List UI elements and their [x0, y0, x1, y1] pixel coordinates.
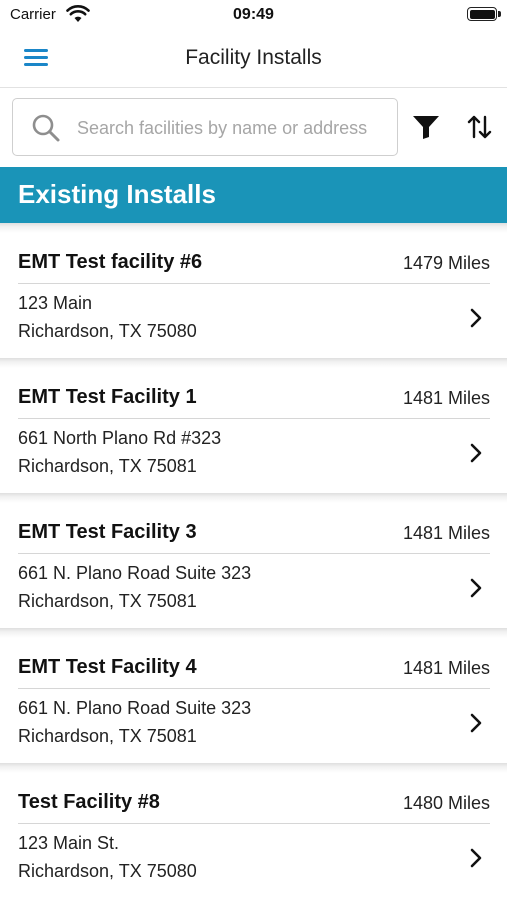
search-input[interactable] [77, 109, 393, 147]
section-title: Existing Installs [18, 179, 216, 209]
facility-name: Test Facility #8 [18, 791, 160, 813]
facility-card[interactable]: EMT Test Facility 1 1481 Miles 661 North… [0, 358, 507, 493]
facility-name: EMT Test Facility 1 [18, 386, 197, 408]
facility-card[interactable]: EMT Test Facility 3 1481 Miles 661 N. Pl… [0, 493, 507, 628]
card-divider [18, 553, 490, 554]
card-divider [18, 823, 490, 824]
facility-street: 123 Main St. [18, 833, 120, 853]
search-icon [32, 114, 60, 142]
facility-name: EMT Test Facility 3 [18, 521, 197, 543]
facility-street: 661 N. Plano Road Suite 323 [18, 563, 252, 583]
status-time: 09:49 [233, 6, 274, 23]
chevron-right-icon[interactable] [469, 577, 483, 599]
status-bar: Carrier 09:49 [0, 0, 507, 30]
facility-distance: 1481 Miles [402, 388, 490, 408]
facility-distance: 1481 Miles [402, 523, 490, 543]
facility-city: Richardson, TX 75081 [18, 456, 197, 476]
page-title: Facility Installs [185, 46, 322, 69]
facility-city: Richardson, TX 75080 [18, 321, 197, 341]
card-divider [18, 418, 490, 419]
filter-icon[interactable] [412, 114, 440, 140]
card-divider [18, 283, 490, 284]
chevron-right-icon[interactable] [469, 847, 483, 869]
chevron-right-icon[interactable] [469, 307, 483, 329]
facility-name: EMT Test facility #6 [18, 251, 203, 273]
facility-city: Richardson, TX 75081 [18, 591, 197, 611]
facility-street: 123 Main [18, 293, 93, 313]
search-box[interactable] [12, 98, 398, 156]
facility-distance: 1480 Miles [402, 793, 490, 813]
facility-distance: 1479 Miles [402, 253, 490, 273]
facility-city: Richardson, TX 75081 [18, 726, 197, 746]
facility-street: 661 North Plano Rd #323 [18, 428, 222, 448]
search-toolbar [0, 88, 507, 166]
section-header: Existing Installs [0, 167, 507, 223]
chevron-right-icon[interactable] [469, 442, 483, 464]
navigation-bar: Facility Installs [0, 30, 507, 88]
facility-city: Richardson, TX 75080 [18, 861, 197, 881]
battery-icon [467, 7, 501, 21]
facility-street: 661 N. Plano Road Suite 323 [18, 698, 252, 718]
facility-distance: 1481 Miles [402, 658, 490, 678]
facility-card[interactable]: EMT Test facility #6 1479 Miles 123 Main… [0, 223, 507, 358]
facility-card[interactable]: EMT Test Facility 4 1481 Miles 661 N. Pl… [0, 628, 507, 763]
facility-card[interactable]: Test Facility #8 1480 Miles 123 Main St.… [0, 763, 507, 898]
facility-name: EMT Test Facility 4 [18, 656, 197, 678]
card-divider [18, 688, 490, 689]
chevron-right-icon[interactable] [469, 712, 483, 734]
sort-icon[interactable] [466, 114, 494, 140]
facility-list: EMT Test facility #6 1479 Miles 123 Main… [0, 223, 507, 898]
